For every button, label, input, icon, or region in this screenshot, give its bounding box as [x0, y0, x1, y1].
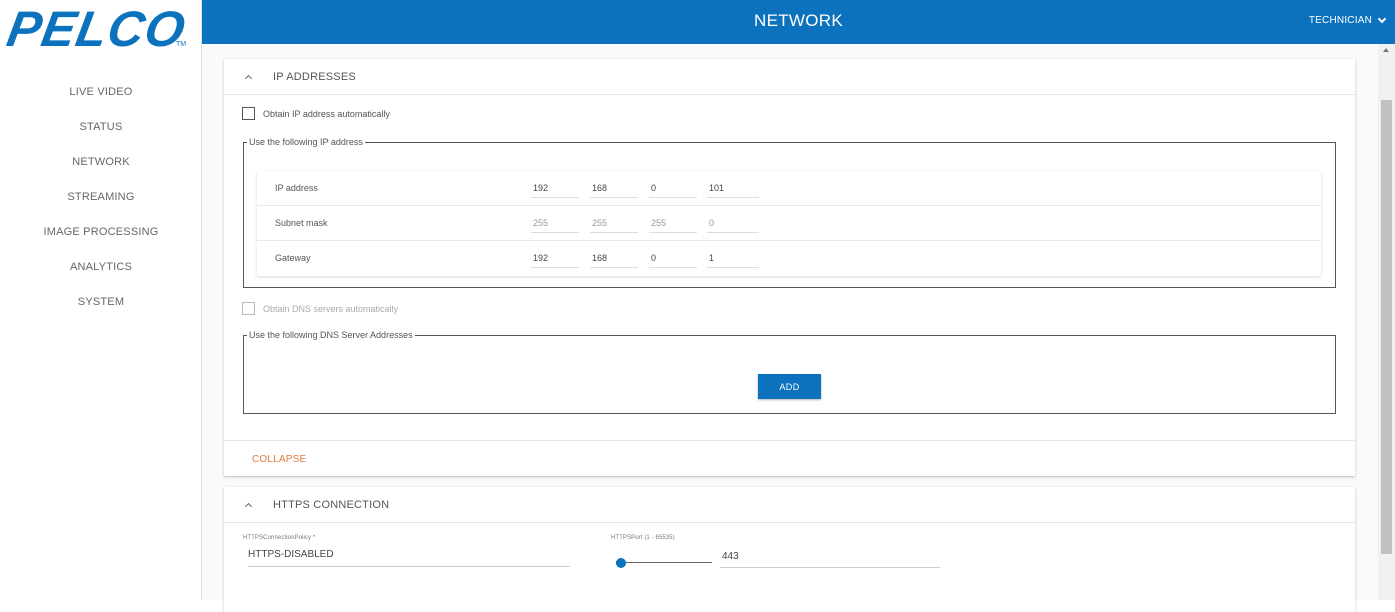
sidebar-item-analytics[interactable]: ANALYTICS [0, 251, 202, 286]
obtain-dns-auto-label: Obtain DNS servers automatically [263, 303, 399, 314]
ip-table: IP address Subnet mask Gateway [257, 171, 1321, 276]
slider-thumb[interactable] [616, 558, 626, 568]
ip-addresses-header[interactable]: IP ADDRESSES [224, 59, 1355, 95]
subnet-mask-octet-3[interactable] [649, 213, 697, 233]
obtain-dns-auto-checkbox[interactable] [242, 302, 255, 315]
obtain-dns-auto-option[interactable]: Obtain DNS servers automatically [242, 302, 398, 315]
user-name: TECHNICIAN [1308, 15, 1372, 26]
subnet-mask-octet-1[interactable] [531, 213, 579, 233]
dns-fieldset: Use the following DNS Server Addresses A… [243, 329, 1336, 414]
dns-legend: Use the following DNS Server Addresses [247, 329, 415, 341]
https-port-input[interactable] [720, 546, 940, 568]
https-connection-panel: HTTPS CONNECTION HTTPSConnectionPolicy *… [224, 487, 1355, 612]
https-port-label: HTTPSPort (1 - 65535) [611, 535, 675, 541]
gateway-octet-1[interactable] [531, 248, 579, 268]
page-title: NETWORK [754, 11, 843, 30]
scroll-thumb[interactable] [1381, 100, 1392, 554]
gateway-octet-3[interactable] [649, 248, 697, 268]
https-connection-title: HTTPS CONNECTION [273, 498, 390, 511]
sidebar-item-streaming[interactable]: STREAMING [0, 181, 202, 216]
gateway-label: Gateway [275, 253, 311, 263]
slider-track [616, 562, 712, 563]
static-ip-fieldset: Use the following IP address IP address … [243, 136, 1336, 288]
ip-address-label: IP address [275, 183, 318, 193]
sidebar-nav: LIVE VIDEO STATUS NETWORK STREAMING IMAG… [0, 76, 202, 321]
chevron-down-icon [1377, 14, 1387, 23]
sidebar-item-live-video[interactable]: LIVE VIDEO [0, 76, 202, 111]
gateway-octet-2[interactable] [590, 248, 638, 268]
top-bar: NETWORK TECHNICIAN [202, 0, 1395, 44]
sidebar-item-status[interactable]: STATUS [0, 111, 202, 146]
scrollbar[interactable] [1378, 44, 1395, 600]
https-policy-select[interactable]: HTTPS-DISABLED [248, 545, 570, 567]
static-ip-legend: Use the following IP address [247, 136, 365, 148]
ip-address-row: IP address [257, 171, 1321, 206]
https-port-slider[interactable] [616, 558, 712, 568]
pelco-logo[interactable]: PELCO TM [3, 1, 192, 57]
ip-address-octet-3[interactable] [649, 178, 697, 198]
https-policy-label: HTTPSConnectionPolicy * [243, 535, 316, 541]
logo-text: PELCO [3, 1, 191, 57]
subnet-mask-label: Subnet mask [275, 218, 328, 228]
ip-addresses-panel: IP ADDRESSES Obtain IP address automatic… [224, 59, 1355, 476]
gateway-row: Gateway [257, 241, 1321, 276]
gateway-octet-4[interactable] [707, 248, 759, 268]
obtain-ip-auto-option[interactable]: Obtain IP address automatically [242, 107, 390, 120]
https-connection-header[interactable]: HTTPS CONNECTION [224, 487, 1355, 523]
obtain-ip-auto-label: Obtain IP address automatically [263, 108, 390, 119]
sidebar-item-image-processing[interactable]: IMAGE PROCESSING [0, 216, 202, 251]
subnet-mask-row: Subnet mask [257, 206, 1321, 241]
sidebar: PELCO TM LIVE VIDEO STATUS NETWORK STREA… [0, 0, 202, 600]
ip-address-octet-2[interactable] [590, 178, 638, 198]
ip-addresses-footer: COLLAPSE [224, 440, 1355, 476]
obtain-ip-auto-checkbox[interactable] [242, 107, 255, 120]
add-dns-button[interactable]: ADD [758, 374, 821, 399]
logo-trademark: TM [176, 41, 187, 48]
sidebar-item-system[interactable]: SYSTEM [0, 286, 202, 321]
ip-addresses-title: IP ADDRESSES [273, 70, 356, 83]
user-menu[interactable]: TECHNICIAN [1308, 14, 1387, 26]
main-content: IP ADDRESSES Obtain IP address automatic… [202, 44, 1378, 612]
chevron-up-icon [244, 502, 253, 510]
ip-address-octet-1[interactable] [531, 178, 579, 198]
https-policy-value: HTTPS-DISABLED [248, 549, 334, 560]
collapse-button[interactable]: COLLAPSE [252, 454, 306, 465]
subnet-mask-octet-4[interactable] [707, 213, 759, 233]
chevron-up-icon [244, 74, 253, 82]
subnet-mask-octet-2[interactable] [590, 213, 638, 233]
sidebar-item-network[interactable]: NETWORK [0, 146, 202, 181]
scroll-up-arrow-icon[interactable] [1383, 48, 1389, 52]
ip-address-octet-4[interactable] [707, 178, 759, 198]
